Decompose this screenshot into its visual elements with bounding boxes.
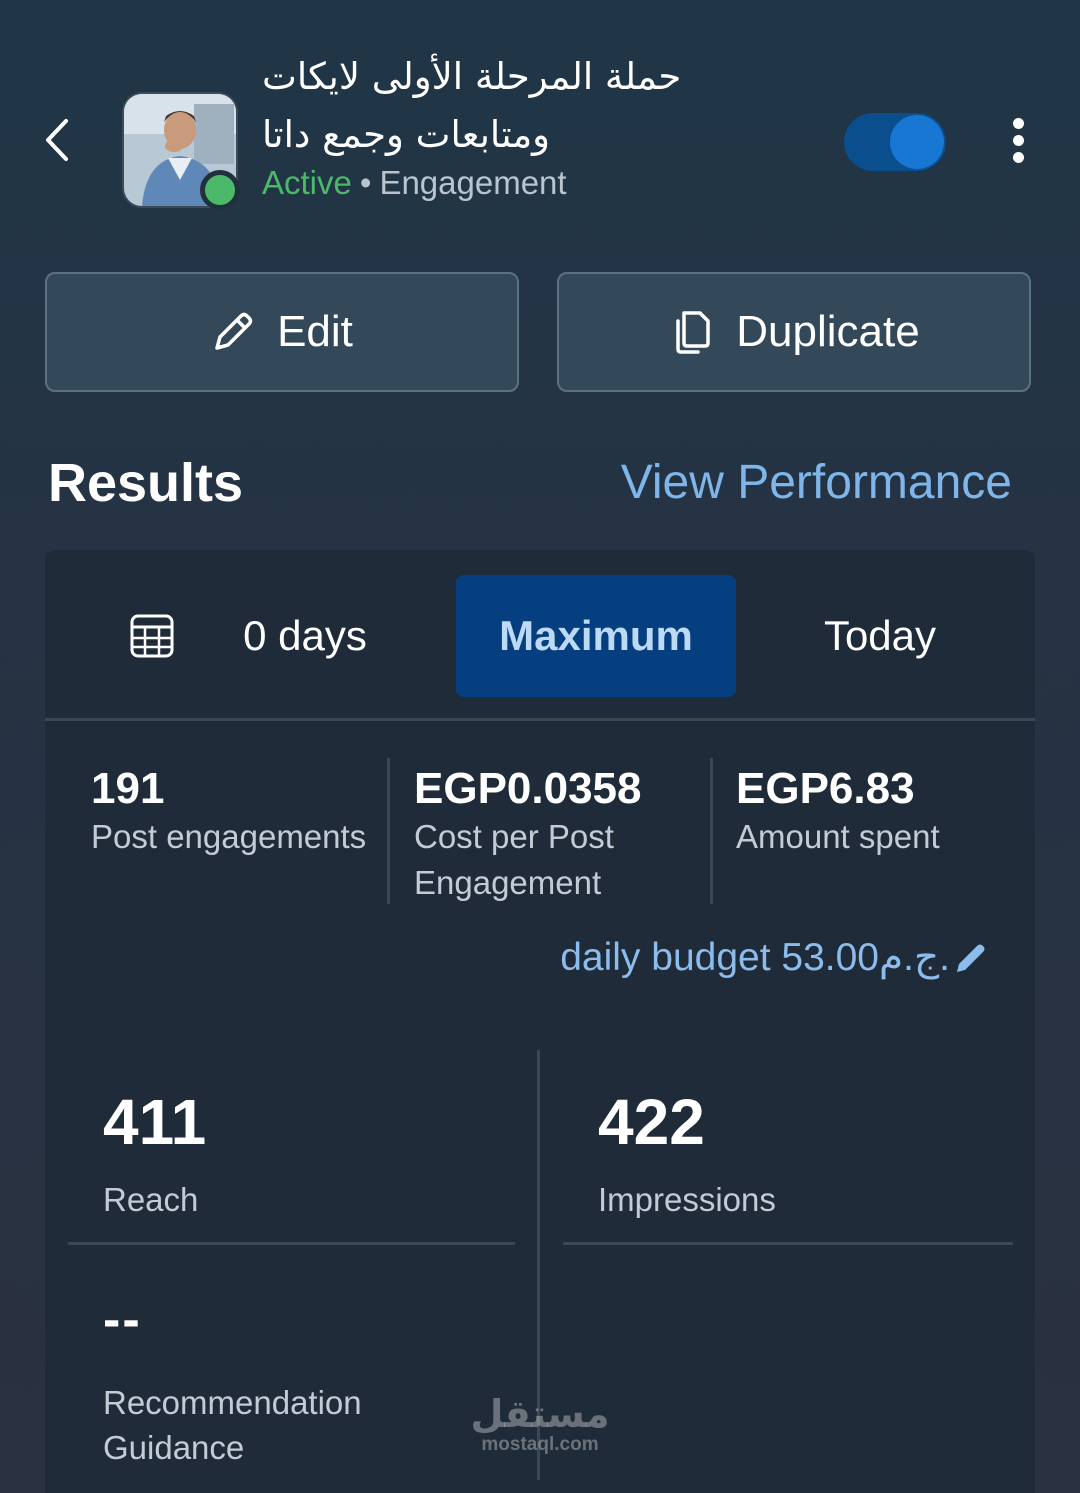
- reach-label: Reach: [103, 1181, 199, 1218]
- objective-label: Engagement: [379, 164, 567, 201]
- watermark-arabic: مستقل: [470, 1392, 610, 1436]
- campaign-toggle[interactable]: [844, 113, 946, 171]
- recommendation-value: --: [103, 1291, 142, 1349]
- active-status-dot: [200, 170, 240, 210]
- metric-value: EGP6.83: [736, 764, 915, 813]
- status-label: Active: [262, 164, 352, 201]
- summary-divider: [68, 1242, 515, 1245]
- metric-value: 191: [91, 764, 165, 813]
- impressions-label: Impressions: [598, 1181, 776, 1218]
- calendar-button[interactable]: [128, 612, 176, 660]
- metric-post-engagements: 191 Post engagements: [91, 764, 366, 860]
- duplicate-label: Duplicate: [736, 307, 920, 356]
- metric-label: Cost per Post Engagement: [414, 818, 614, 901]
- duplicate-button[interactable]: Duplicate: [557, 272, 1031, 392]
- tab-maximum[interactable]: Maximum: [456, 575, 736, 697]
- impressions-value: 422: [598, 1086, 705, 1158]
- daily-budget-link[interactable]: daily budget 53.00ج.م.: [560, 935, 988, 980]
- recommendation-metric: -- Recommendation Guidance: [103, 1290, 433, 1470]
- metric-cost-per-engagement: EGP0.0358 Cost per Post Engagement: [414, 764, 704, 906]
- campaign-subtitle: Active • Engagement: [262, 164, 567, 202]
- tabbar-divider: [45, 718, 1035, 721]
- metric-label: Amount spent: [736, 818, 940, 855]
- metric-divider: [387, 758, 390, 904]
- separator: •: [359, 164, 372, 201]
- campaign-title: حملة المرحلة الأولى لايكات ومتابعات وجمع…: [262, 55, 682, 156]
- recommendation-label: Recommendation Guidance: [103, 1384, 362, 1466]
- metric-value: EGP0.0358: [414, 764, 642, 813]
- impressions-metric: 422 Impressions: [598, 1085, 776, 1222]
- dot: [1012, 135, 1024, 146]
- watermark-latin: mostaql.com: [481, 1434, 599, 1455]
- tab-today[interactable]: Today: [790, 575, 970, 697]
- chevron-left-icon: [46, 119, 68, 161]
- more-options-button[interactable]: [1000, 112, 1036, 172]
- dot: [1012, 152, 1024, 163]
- duplicate-icon: [676, 311, 711, 354]
- reach-metric: 411 Reach: [103, 1085, 206, 1222]
- calendar-icon: [130, 614, 174, 658]
- metric-divider: [710, 758, 713, 904]
- toggle-knob: [890, 115, 944, 169]
- results-heading: Results: [48, 453, 244, 513]
- reach-value: 411: [103, 1086, 207, 1158]
- edit-label: Edit: [277, 307, 353, 356]
- daily-budget-text: daily budget 53.00ج.م.: [560, 936, 950, 979]
- watermark: مستقل mostaql.com: [470, 1393, 610, 1455]
- metric-amount-spent: EGP6.83 Amount spent: [736, 764, 940, 860]
- view-performance-link[interactable]: View Performance: [621, 455, 1012, 510]
- metric-label: Post engagements: [91, 818, 367, 855]
- dot: [1012, 118, 1024, 129]
- pencil-icon: [215, 312, 253, 350]
- back-button[interactable]: [38, 115, 78, 165]
- edit-button[interactable]: Edit: [45, 272, 519, 392]
- pencil-icon: [957, 944, 985, 972]
- summary-divider: [563, 1242, 1013, 1245]
- tab-0-days[interactable]: 0 days: [220, 575, 390, 697]
